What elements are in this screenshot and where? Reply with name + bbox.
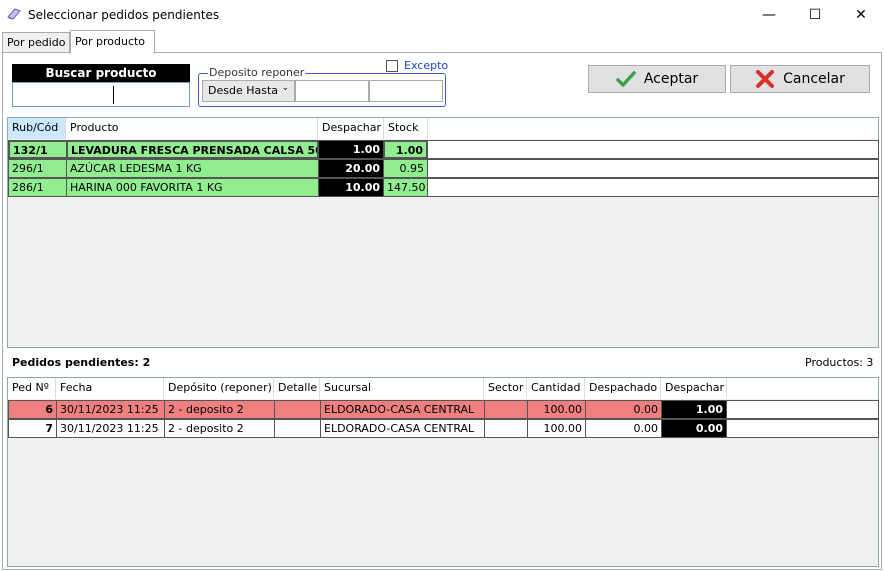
row-filler (726, 419, 879, 438)
row-stock: 147.50 (383, 178, 428, 197)
col-header-ped-no[interactable]: Ped Nº (8, 378, 56, 399)
col-header-despachado[interactable]: Despachado (585, 378, 661, 399)
col-header-stock[interactable]: Stock (384, 118, 428, 139)
table-row[interactable]: 132/1 LEVADURA FRESCA PRENSADA CALSA 50G… (8, 140, 879, 159)
row-filler (427, 140, 879, 159)
order-cantidad: 100.00 (527, 419, 586, 438)
products-count-label: Productos: 3 (805, 356, 874, 369)
deposito-to-input[interactable] (369, 80, 443, 102)
chevron-down-icon: ⌄ (281, 83, 289, 93)
order-ped: 7 (8, 419, 57, 438)
orders-grid[interactable]: Ped Nº Fecha Depósito (reponer) Detalle … (7, 377, 879, 567)
deposito-from-input[interactable] (295, 80, 369, 102)
order-deposito: 2 - deposito 2 (164, 419, 275, 438)
order-despachado: 0.00 (585, 419, 662, 438)
order-cantidad: 100.00 (527, 400, 586, 419)
col-header-deposito[interactable]: Depósito (reponer) (164, 378, 274, 399)
row-despachar[interactable]: 1.00 (318, 140, 384, 159)
combo-value: Desde Hasta (208, 84, 279, 97)
tab-por-pedido[interactable]: Por pedido (2, 32, 70, 53)
table-row[interactable]: 296/1 AZÚCAR LEDESMA 1 KG 20.00 0.95 (8, 159, 879, 178)
order-ped: 6 (8, 400, 57, 419)
row-product-name: LEVADURA FRESCA PRENSADA CALSA 50G. (66, 140, 319, 159)
order-fecha: 30/11/2023 11:25 (56, 419, 165, 438)
close-button[interactable]: ✕ (838, 0, 884, 30)
table-row[interactable]: 286/1 HARINA 000 FAVORITA 1 KG 10.00 147… (8, 178, 879, 197)
minimize-button[interactable]: — (746, 0, 792, 30)
col-header-sector[interactable]: Sector (484, 378, 527, 399)
col-header-fecha[interactable]: Fecha (56, 378, 164, 399)
desde-hasta-combo[interactable]: Desde Hasta ⌄ (202, 80, 295, 102)
maximize-button[interactable]: ☐ (792, 0, 838, 30)
order-despachado: 0.00 (585, 400, 662, 419)
col-header-despachar[interactable]: Despachar (661, 378, 727, 399)
order-sector (484, 419, 528, 438)
pending-orders-label: Pedidos pendientes: 2 (12, 356, 151, 369)
deposito-reponer-legend: Deposito reponer (208, 66, 306, 79)
order-sucursal: ELDORADO-CASA CENTRAL (320, 400, 485, 419)
order-detalle (274, 400, 321, 419)
order-detalle (274, 419, 321, 438)
order-sucursal: ELDORADO-CASA CENTRAL (320, 419, 485, 438)
col-header-sucursal[interactable]: Sucursal (320, 378, 484, 399)
search-product-label: Buscar producto (12, 64, 190, 82)
row-product-name: AZÚCAR LEDESMA 1 KG (66, 159, 319, 178)
text-caret (113, 86, 114, 104)
table-row[interactable]: 7 30/11/2023 11:25 2 - deposito 2 ELDORA… (8, 419, 879, 438)
col-header-producto[interactable]: Producto (66, 118, 318, 139)
cancel-button[interactable]: Cancelar (730, 65, 870, 93)
accept-label: Aceptar (643, 71, 699, 87)
order-fecha: 30/11/2023 11:25 (56, 400, 165, 419)
check-icon (616, 71, 636, 87)
close-icon (756, 70, 775, 88)
row-filler (427, 178, 879, 197)
table-row[interactable]: 6 30/11/2023 11:25 2 - deposito 2 ELDORA… (8, 400, 879, 419)
cancel-label: Cancelar (783, 71, 845, 87)
row-despachar[interactable]: 20.00 (318, 159, 384, 178)
excepto-checkbox[interactable] (386, 60, 398, 72)
order-sector (484, 400, 528, 419)
window-title: Seleccionar pedidos pendientes (28, 8, 220, 22)
order-despachar[interactable]: 0.00 (661, 419, 727, 438)
row-filler (726, 400, 879, 419)
row-stock: 1.00 (383, 140, 428, 159)
search-product-input[interactable] (12, 82, 190, 107)
col-header-despachar[interactable]: Despachar (318, 118, 384, 139)
row-stock: 0.95 (383, 159, 428, 178)
row-code: 132/1 (8, 140, 68, 159)
order-deposito: 2 - deposito 2 (164, 400, 275, 419)
row-despachar[interactable]: 10.00 (318, 178, 384, 197)
products-grid[interactable]: Rub/Cód Producto Despachar Stock 132/1 L… (7, 117, 879, 348)
col-header-rub-cod[interactable]: Rub/Cód (8, 118, 66, 139)
row-filler (427, 159, 879, 178)
tab-por-producto[interactable]: Por producto (70, 30, 155, 54)
accept-button[interactable]: Aceptar (588, 65, 726, 93)
col-header-cantidad[interactable]: Cantidad (527, 378, 585, 399)
row-product-name: HARINA 000 FAVORITA 1 KG (66, 178, 319, 197)
row-code: 286/1 (8, 178, 67, 197)
order-despachar[interactable]: 1.00 (661, 400, 727, 419)
excepto-label[interactable]: Excepto (404, 59, 448, 72)
app-icon (6, 7, 22, 21)
row-code: 296/1 (8, 159, 67, 178)
col-header-detalle[interactable]: Detalle (274, 378, 320, 399)
